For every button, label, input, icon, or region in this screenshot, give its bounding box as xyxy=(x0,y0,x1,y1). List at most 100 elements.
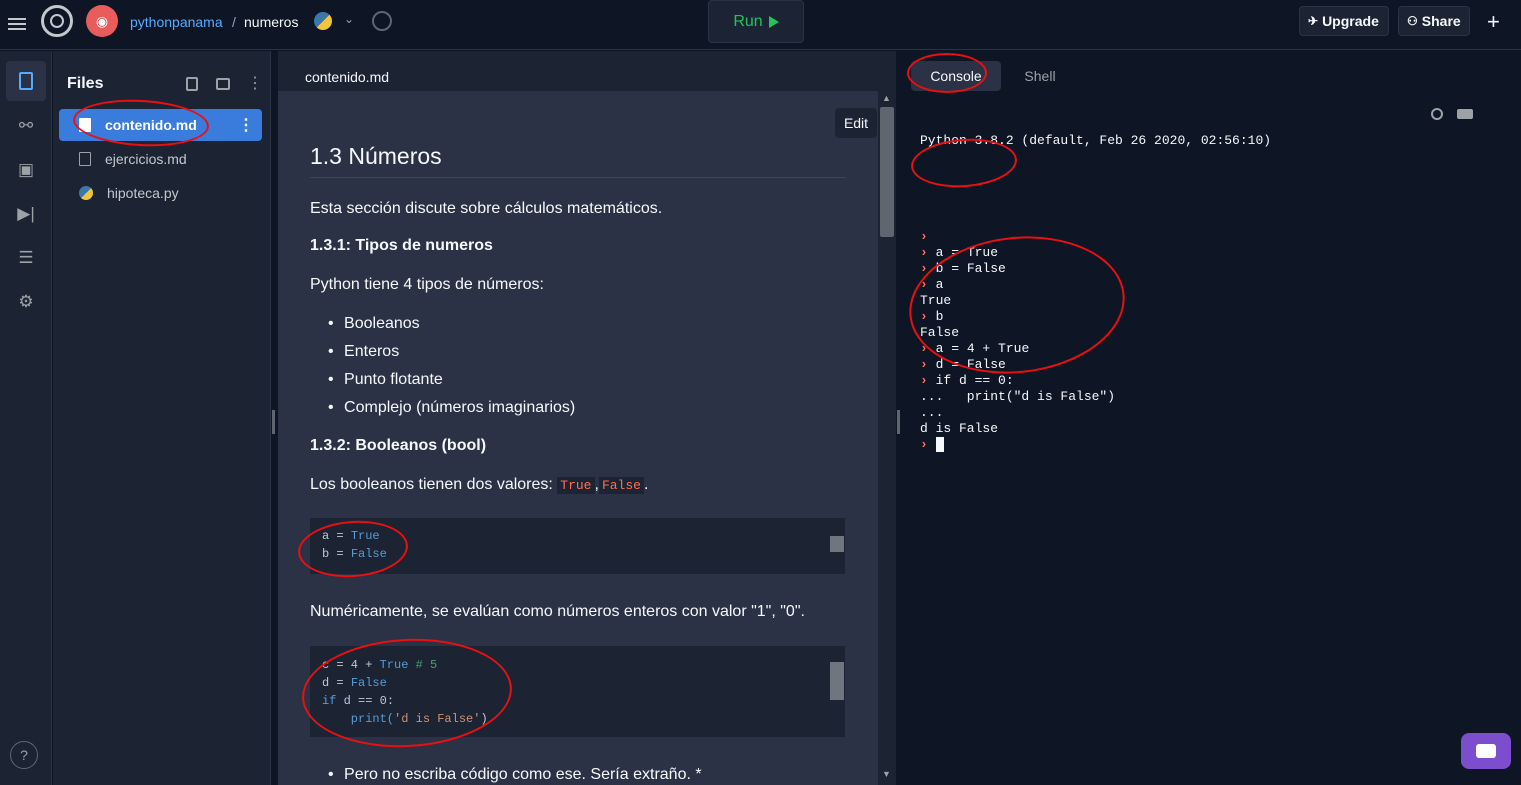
scroll-thumb[interactable] xyxy=(880,107,894,237)
console-line: d is False xyxy=(920,421,1271,437)
paragraph: Los booleanos tienen dos valores: True, F… xyxy=(310,476,648,494)
repl-name[interactable]: numeros xyxy=(244,14,298,30)
top-bar: ◉ pythonpanama / numeros ⌄ Run ✈ Upgrade… xyxy=(0,0,1521,50)
scroll-down-icon[interactable]: ▼ xyxy=(882,769,891,779)
replit-logo[interactable] xyxy=(41,5,73,37)
console-line: True xyxy=(920,293,1271,309)
run-button[interactable]: Run xyxy=(708,0,804,43)
file-item-contenido[interactable]: contenido.md ⋮ xyxy=(59,109,262,141)
console-text: d = False xyxy=(935,357,1006,372)
code-block: a = True b = False xyxy=(310,518,845,574)
period: . xyxy=(643,476,649,493)
console-line: False xyxy=(920,325,1271,341)
code-block: c = 4 + True # 5 d = False if d == 0: pr… xyxy=(310,646,845,737)
chat-button[interactable] xyxy=(1461,733,1511,769)
console-header: Python 3.8.2 (default, Feb 26 2020, 02:5… xyxy=(920,133,1272,148)
console-line: › a xyxy=(920,277,1271,293)
list-text: Punto flotante xyxy=(344,371,443,388)
code-keyword: True xyxy=(379,658,409,672)
new-file-icon[interactable] xyxy=(186,77,198,91)
file-item-hipoteca[interactable]: hipoteca.py xyxy=(59,177,262,209)
scroll-thumb[interactable] xyxy=(830,536,844,552)
debugger-icon[interactable]: ▶| xyxy=(6,194,46,234)
clear-console-icon[interactable] xyxy=(1457,109,1473,119)
menu-icon[interactable] xyxy=(8,15,26,33)
console-text: if d == 0: xyxy=(935,373,1014,388)
console-text: a xyxy=(935,277,944,292)
upgrade-button[interactable]: ✈ Upgrade xyxy=(1299,6,1389,36)
scroll-thumb[interactable] xyxy=(830,662,844,700)
code-comment: # 5 xyxy=(408,658,438,672)
file-name: ejercicios.md xyxy=(105,151,187,167)
python-icon xyxy=(79,186,93,200)
file-menu-icon[interactable]: ⋮ xyxy=(238,115,254,135)
code-text: d = xyxy=(322,676,351,690)
scroll-up-icon[interactable]: ▲ xyxy=(882,93,891,103)
history-icon[interactable] xyxy=(372,11,392,31)
more-icon[interactable]: ⋮ xyxy=(247,73,263,93)
resize-handle[interactable] xyxy=(272,410,275,434)
help-icon[interactable]: ? xyxy=(10,741,38,769)
prompt-icon: › xyxy=(920,437,928,452)
console-text: ... print("d is False") xyxy=(920,389,1116,404)
tab-shell[interactable]: Shell xyxy=(1009,61,1071,91)
avatar[interactable]: ◉ xyxy=(86,5,118,37)
code-string: 'd is False' xyxy=(394,712,481,726)
code-text: d == 0: xyxy=(336,694,395,708)
heading-divider xyxy=(310,177,846,178)
resize-handle[interactable] xyxy=(897,410,900,434)
code-scrollbar[interactable] xyxy=(829,646,845,737)
list-item: • Enteros xyxy=(328,343,400,360)
console-output[interactable]: Python 3.8.2 (default, Feb 26 2020, 02:5… xyxy=(920,101,1271,453)
console-line: ... print("d is False") xyxy=(920,389,1271,405)
console-text: ... xyxy=(920,405,944,420)
list-text: Pero no escriba código como ese. Sería e… xyxy=(344,766,702,783)
plus-icon[interactable]: + xyxy=(1487,9,1500,35)
console-input-line[interactable]: › xyxy=(920,437,1271,453)
console-line: › d = False xyxy=(920,357,1271,373)
console-text: a = True xyxy=(935,245,999,260)
edit-button[interactable]: Edit xyxy=(835,108,877,138)
tab-label: Shell xyxy=(1024,68,1056,84)
share-button[interactable]: ⚇ Share xyxy=(1398,6,1470,36)
file-item-ejercicios[interactable]: ejercicios.md xyxy=(59,143,262,175)
code-text: ) xyxy=(480,712,488,726)
console-text: b = False xyxy=(935,261,1006,276)
new-folder-icon[interactable] xyxy=(216,78,230,90)
console-line: ... xyxy=(920,405,1271,421)
text-cursor xyxy=(935,437,944,453)
paragraph: Esta sección discute sobre cálculos mate… xyxy=(310,200,663,217)
run-label: Run xyxy=(733,12,763,30)
paragraph: Numéricamente, se evalúan como números e… xyxy=(310,603,805,620)
tab-contenido[interactable]: contenido.md xyxy=(278,59,416,94)
add-user-icon: ⚇ xyxy=(1407,14,1418,28)
code-text: a = xyxy=(322,529,351,543)
files-icon[interactable] xyxy=(6,61,46,101)
editor-scrollbar[interactable]: ▲ ▼ xyxy=(878,91,896,785)
database-icon[interactable]: ☰ xyxy=(6,238,46,278)
rocket-icon: ✈ xyxy=(1308,14,1319,28)
file-name: contenido.md xyxy=(105,117,197,133)
console-text: False xyxy=(920,325,960,340)
owner-link[interactable]: pythonpanama xyxy=(130,14,223,30)
console-text: True xyxy=(920,293,952,308)
code-keyword: print( xyxy=(322,712,395,726)
code-scrollbar[interactable] xyxy=(829,518,845,574)
section-heading: 1.3.2: Booleanos (bool) xyxy=(310,437,487,454)
search-icon[interactable] xyxy=(1431,108,1443,120)
tab-console[interactable]: Console xyxy=(911,61,1001,91)
packages-icon[interactable]: ▣ xyxy=(6,150,46,190)
prompt-icon: › xyxy=(920,277,928,292)
version-control-icon[interactable]: ⚯ xyxy=(6,106,46,146)
chevron-down-icon[interactable]: ⌄ xyxy=(344,12,354,26)
section-heading: 1.3.1: Tipos de numeros xyxy=(310,237,493,254)
settings-icon[interactable]: ⚙ xyxy=(6,282,46,322)
console-text: a = 4 + True xyxy=(935,341,1030,356)
tab-label: Console xyxy=(930,68,982,84)
chat-icon xyxy=(1476,744,1496,758)
prompt-icon: › xyxy=(920,341,928,356)
prompt-icon: › xyxy=(920,229,928,244)
paragraph-text: Los booleanos tienen dos valores: xyxy=(310,476,558,493)
code-text: b = xyxy=(322,547,351,561)
play-icon xyxy=(768,15,779,28)
